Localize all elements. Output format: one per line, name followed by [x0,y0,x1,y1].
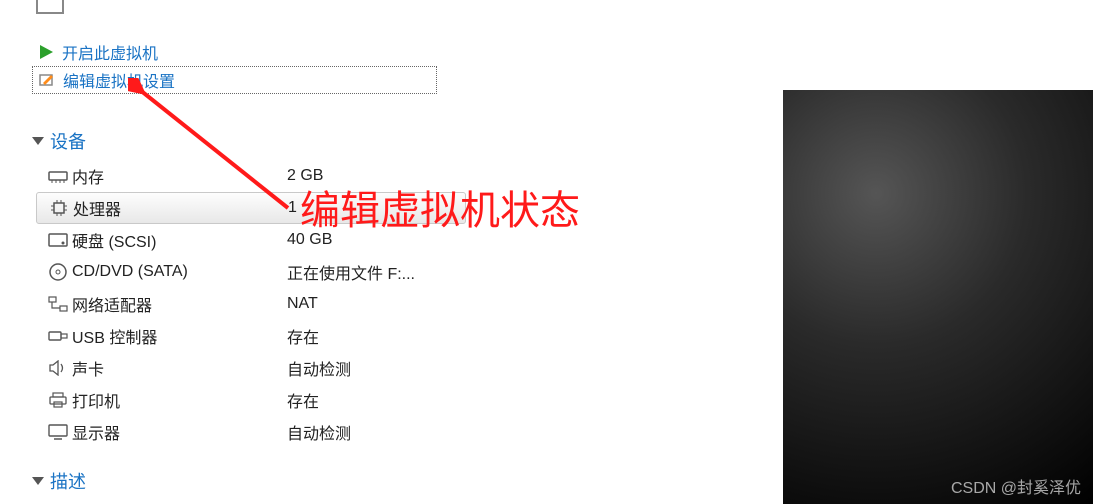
device-value: 存在 [287,388,319,412]
cpu-icon [45,199,73,217]
description-section-title: 描述 [50,468,86,494]
play-icon [38,44,54,60]
vm-tab-icon [36,0,64,14]
disk-icon [44,233,72,247]
sound-icon [44,360,72,376]
devices-section-header[interactable]: 设备 [32,128,712,154]
device-label: CD/DVD (SATA) [72,263,287,281]
devices-section-title: 设备 [50,128,86,154]
device-label: 硬盘 (SCSI) [72,228,287,252]
device-row-disk[interactable]: 硬盘 (SCSI) 40 GB [32,224,712,256]
device-value: 正在使用文件 F:... [287,260,415,284]
device-row-usb[interactable]: USB 控制器 存在 [32,320,712,352]
device-label: 内存 [72,164,287,188]
watermark-text: CSDN @封奚泽优 [951,474,1081,498]
device-label: 显示器 [72,420,287,444]
device-label: 声卡 [72,356,287,380]
device-row-display[interactable]: 显示器 自动检测 [32,416,712,448]
device-value: 1 [288,199,297,217]
device-row-sound[interactable]: 声卡 自动检测 [32,352,712,384]
cd-icon [44,263,72,281]
device-value: NAT [287,295,318,313]
device-row-memory[interactable]: 内存 2 GB [32,160,712,192]
device-label: 网络适配器 [72,292,287,316]
usb-icon [44,329,72,343]
memory-icon [44,169,72,183]
edit-settings-label: 编辑虚拟机设置 [63,68,175,92]
vm-preview-pane [783,90,1093,504]
device-value: 自动检测 [287,420,351,444]
device-value: 2 GB [287,167,323,185]
printer-icon [44,392,72,408]
device-row-network[interactable]: 网络适配器 NAT [32,288,712,320]
device-row-printer[interactable]: 打印机 存在 [32,384,712,416]
network-icon [44,296,72,312]
power-on-label: 开启此虚拟机 [62,40,158,64]
device-label: USB 控制器 [72,324,287,348]
power-on-vm-link[interactable]: 开启此虚拟机 [32,38,712,66]
edit-icon [39,72,55,88]
device-value: 自动检测 [287,356,351,380]
chevron-down-icon [32,137,44,145]
device-label: 打印机 [72,388,287,412]
device-label: 处理器 [73,196,288,220]
display-icon [44,424,72,440]
device-value: 40 GB [287,231,332,249]
device-row-cddvd[interactable]: CD/DVD (SATA) 正在使用文件 F:... [32,256,712,288]
edit-vm-settings-link[interactable]: 编辑虚拟机设置 [32,66,437,94]
device-row-processor[interactable]: 处理器 1 [36,192,466,224]
device-value: 存在 [287,324,319,348]
description-section-header[interactable]: 描述 [32,468,712,494]
chevron-down-icon [32,477,44,485]
